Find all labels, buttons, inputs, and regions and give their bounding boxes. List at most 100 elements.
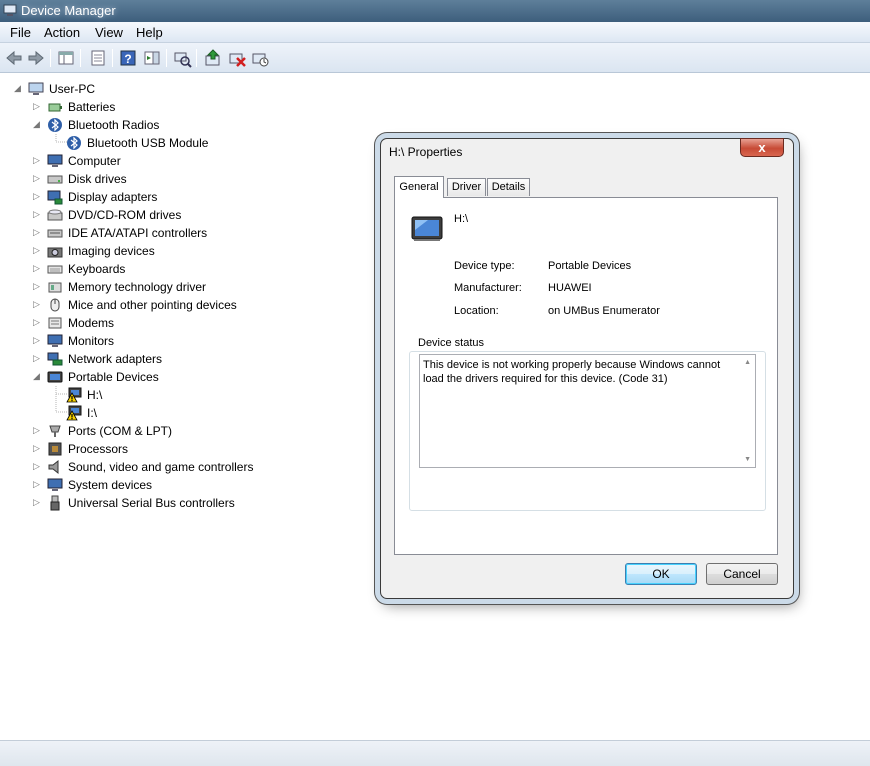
tab-driver[interactable]: Driver — [447, 178, 486, 196]
tree-item-label: H:\ — [87, 388, 103, 402]
expand-arrow-icon[interactable]: ▷ — [33, 443, 43, 453]
general-tab-panel: H:\ Device type: Portable Devices Manufa… — [394, 197, 778, 555]
scroll-down-icon[interactable]: ▼ — [744, 456, 751, 463]
forward-icon[interactable] — [26, 48, 46, 68]
computer-icon — [47, 154, 63, 167]
tree-item-label: Universal Serial Bus controllers — [68, 496, 235, 510]
tree-root-label: User-PC — [49, 82, 96, 96]
tree-item-label: Bluetooth Radios — [68, 118, 160, 132]
expand-arrow-icon[interactable]: ▷ — [33, 101, 43, 111]
console-tree-icon[interactable] — [56, 48, 76, 68]
cancel-button[interactable]: Cancel — [706, 563, 778, 585]
tree-item-label: Display adapters — [68, 190, 158, 204]
disable-icon[interactable] — [250, 48, 270, 68]
collapse-arrow-icon[interactable]: ◢ — [33, 119, 43, 129]
scan-hardware-icon[interactable] — [172, 48, 192, 68]
menu-action[interactable]: Action — [42, 25, 82, 40]
expand-arrow-icon[interactable]: ▷ — [33, 425, 43, 435]
toolbar-separator — [112, 49, 113, 67]
network-adapter-icon — [47, 352, 63, 366]
tree-item-label: Portable Devices — [68, 370, 159, 384]
tree-item-label: Network adapters — [68, 352, 163, 366]
mouse-icon — [50, 298, 60, 312]
location-label: Location: — [454, 305, 499, 317]
camera-icon — [47, 247, 63, 258]
collapse-arrow-icon[interactable]: ◢ — [33, 371, 43, 381]
battery-icon — [48, 103, 62, 112]
device-manager-icon — [3, 4, 17, 16]
expand-arrow-icon[interactable]: ▷ — [33, 353, 43, 363]
expand-arrow-icon[interactable]: ▷ — [33, 281, 43, 291]
toolbar-separator — [196, 49, 197, 67]
expand-arrow-icon[interactable]: ▷ — [33, 191, 43, 201]
expand-arrow-icon[interactable]: ▷ — [33, 479, 43, 489]
scroll-up-icon[interactable]: ▲ — [744, 359, 751, 366]
collapse-arrow-icon[interactable]: ◢ — [14, 83, 24, 93]
tree-item-label: Keyboards — [68, 262, 126, 276]
tree-item-label: Memory technology driver — [68, 280, 207, 294]
expand-arrow-icon[interactable]: ▷ — [33, 245, 43, 255]
menu-help[interactable]: Help — [134, 25, 165, 40]
action-pane-icon[interactable] — [142, 48, 162, 68]
toolbar-separator — [50, 49, 51, 67]
computer-icon — [28, 82, 44, 95]
ok-button[interactable]: OK — [625, 563, 697, 585]
disk-drive-icon — [47, 175, 63, 184]
expand-arrow-icon[interactable]: ▷ — [33, 155, 43, 165]
tree-item-label: Computer — [68, 154, 121, 168]
expand-arrow-icon[interactable]: ▷ — [33, 461, 43, 471]
expand-arrow-icon[interactable]: ▷ — [33, 263, 43, 273]
modem-icon — [48, 317, 62, 329]
tree-item-label: Processors — [68, 442, 129, 456]
expand-arrow-icon[interactable]: ▷ — [33, 173, 43, 183]
expand-arrow-icon[interactable]: ▷ — [33, 299, 43, 309]
tree-item-label: Modems — [68, 316, 115, 330]
toolbar-separator — [80, 49, 81, 67]
tree-item-label: Monitors — [68, 334, 115, 348]
close-button[interactable]: x — [740, 138, 784, 157]
usb-icon — [50, 495, 60, 511]
tree-item-label: Ports (COM & LPT) — [68, 424, 173, 438]
bluetooth-icon — [48, 118, 62, 132]
title-bar: Device Manager — [0, 0, 870, 22]
expand-arrow-icon[interactable]: ▷ — [33, 335, 43, 345]
window-title: Device Manager — [21, 3, 116, 18]
menu-bar: File Action View Help — [0, 22, 870, 43]
back-icon[interactable] — [4, 48, 24, 68]
device-status-label: Device status — [415, 337, 488, 349]
ide-controller-icon — [47, 229, 63, 238]
help-icon[interactable]: ? — [118, 48, 138, 68]
tab-details[interactable]: Details — [487, 178, 530, 196]
processor-icon — [48, 442, 62, 456]
keyboard-icon — [47, 265, 63, 274]
status-bar — [0, 740, 870, 766]
expand-arrow-icon[interactable]: ▷ — [33, 227, 43, 237]
dvd-drive-icon — [47, 209, 63, 221]
properties-icon[interactable] — [88, 48, 108, 68]
device-status-textbox[interactable]: This device is not working properly beca… — [419, 354, 756, 468]
tree-item-label: Disk drives — [68, 172, 127, 186]
device-status-text: This device is not working properly beca… — [423, 359, 721, 385]
menu-file[interactable]: File — [8, 25, 33, 40]
tree-item-label: System devices — [68, 478, 153, 492]
warning-device-icon — [66, 405, 82, 421]
system-device-icon — [47, 478, 63, 491]
menu-view[interactable]: View — [93, 25, 125, 40]
toolbar-separator — [166, 49, 167, 67]
tree-item-label: Sound, video and game controllers — [68, 460, 254, 474]
tab-general[interactable]: General — [394, 176, 444, 198]
properties-dialog: H:\ Properties x General Driver Details … — [380, 138, 794, 599]
update-driver-icon[interactable] — [203, 48, 223, 68]
tree-item-label: I:\ — [87, 406, 98, 420]
device-type-value: Portable Devices — [548, 260, 632, 272]
portable-device-icon — [47, 371, 63, 383]
expand-arrow-icon[interactable]: ▷ — [33, 209, 43, 219]
expand-arrow-icon[interactable]: ▷ — [33, 497, 43, 507]
manufacturer-value: HUAWEI — [548, 282, 592, 294]
device-type-label: Device type: — [454, 260, 515, 272]
speaker-icon — [48, 459, 59, 475]
expand-arrow-icon[interactable]: ▷ — [33, 317, 43, 327]
uninstall-icon[interactable] — [227, 48, 247, 68]
bluetooth-icon — [67, 136, 81, 150]
tree-item-label: DVD/CD-ROM drives — [68, 208, 182, 222]
